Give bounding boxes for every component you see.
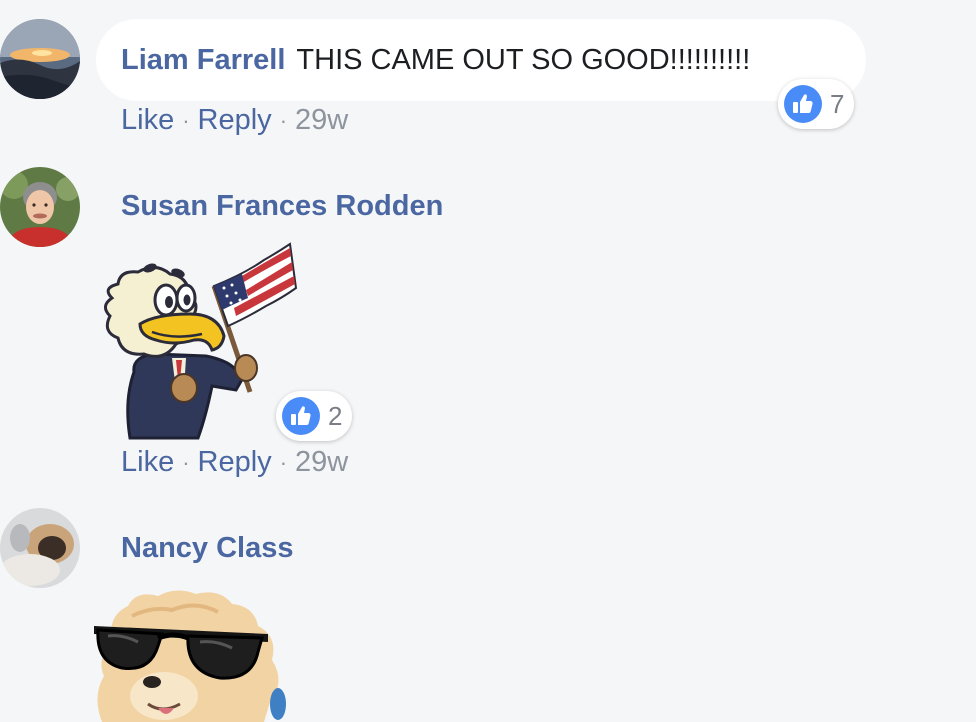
separator: · bbox=[279, 107, 288, 133]
like-link[interactable]: Like bbox=[121, 446, 174, 479]
timestamp[interactable]: 29w bbox=[295, 104, 348, 137]
author-name[interactable]: Nancy Class bbox=[121, 532, 294, 565]
author-name[interactable]: Liam Farrell bbox=[121, 44, 285, 77]
dog-with-sunglasses-sticker bbox=[94, 590, 286, 722]
eagle-with-american-flag-sticker bbox=[104, 242, 298, 440]
separator: · bbox=[182, 107, 190, 133]
comment-bubble: Liam Farrell THIS CAME OUT SO GOOD!!!!!!… bbox=[96, 19, 866, 101]
like-link[interactable]: Like bbox=[121, 104, 174, 137]
reaction-count: 2 bbox=[328, 400, 343, 431]
like-thumbs-up-icon bbox=[784, 85, 822, 123]
reaction-summary[interactable]: 7 bbox=[778, 79, 855, 129]
reply-link[interactable]: Reply bbox=[198, 446, 272, 479]
avatar-liam-farrell[interactable] bbox=[0, 19, 80, 99]
separator: · bbox=[279, 449, 288, 475]
comment-text: THIS CAME OUT SO GOOD!!!!!!!!!! bbox=[296, 43, 751, 76]
separator: · bbox=[182, 449, 190, 475]
reaction-count: 7 bbox=[830, 88, 845, 119]
comment-actions: Like · Reply · 29w bbox=[121, 446, 348, 479]
reaction-summary[interactable]: 2 bbox=[276, 391, 353, 441]
author-name[interactable]: Susan Frances Rodden bbox=[121, 190, 443, 223]
timestamp[interactable]: 29w bbox=[295, 446, 348, 479]
avatar-nancy-class[interactable] bbox=[0, 508, 80, 588]
comment-actions: Like · Reply · 29w bbox=[121, 104, 348, 137]
reply-link[interactable]: Reply bbox=[198, 104, 272, 137]
avatar-susan-frances-rodden[interactable] bbox=[0, 167, 80, 247]
like-thumbs-up-icon bbox=[282, 397, 320, 435]
